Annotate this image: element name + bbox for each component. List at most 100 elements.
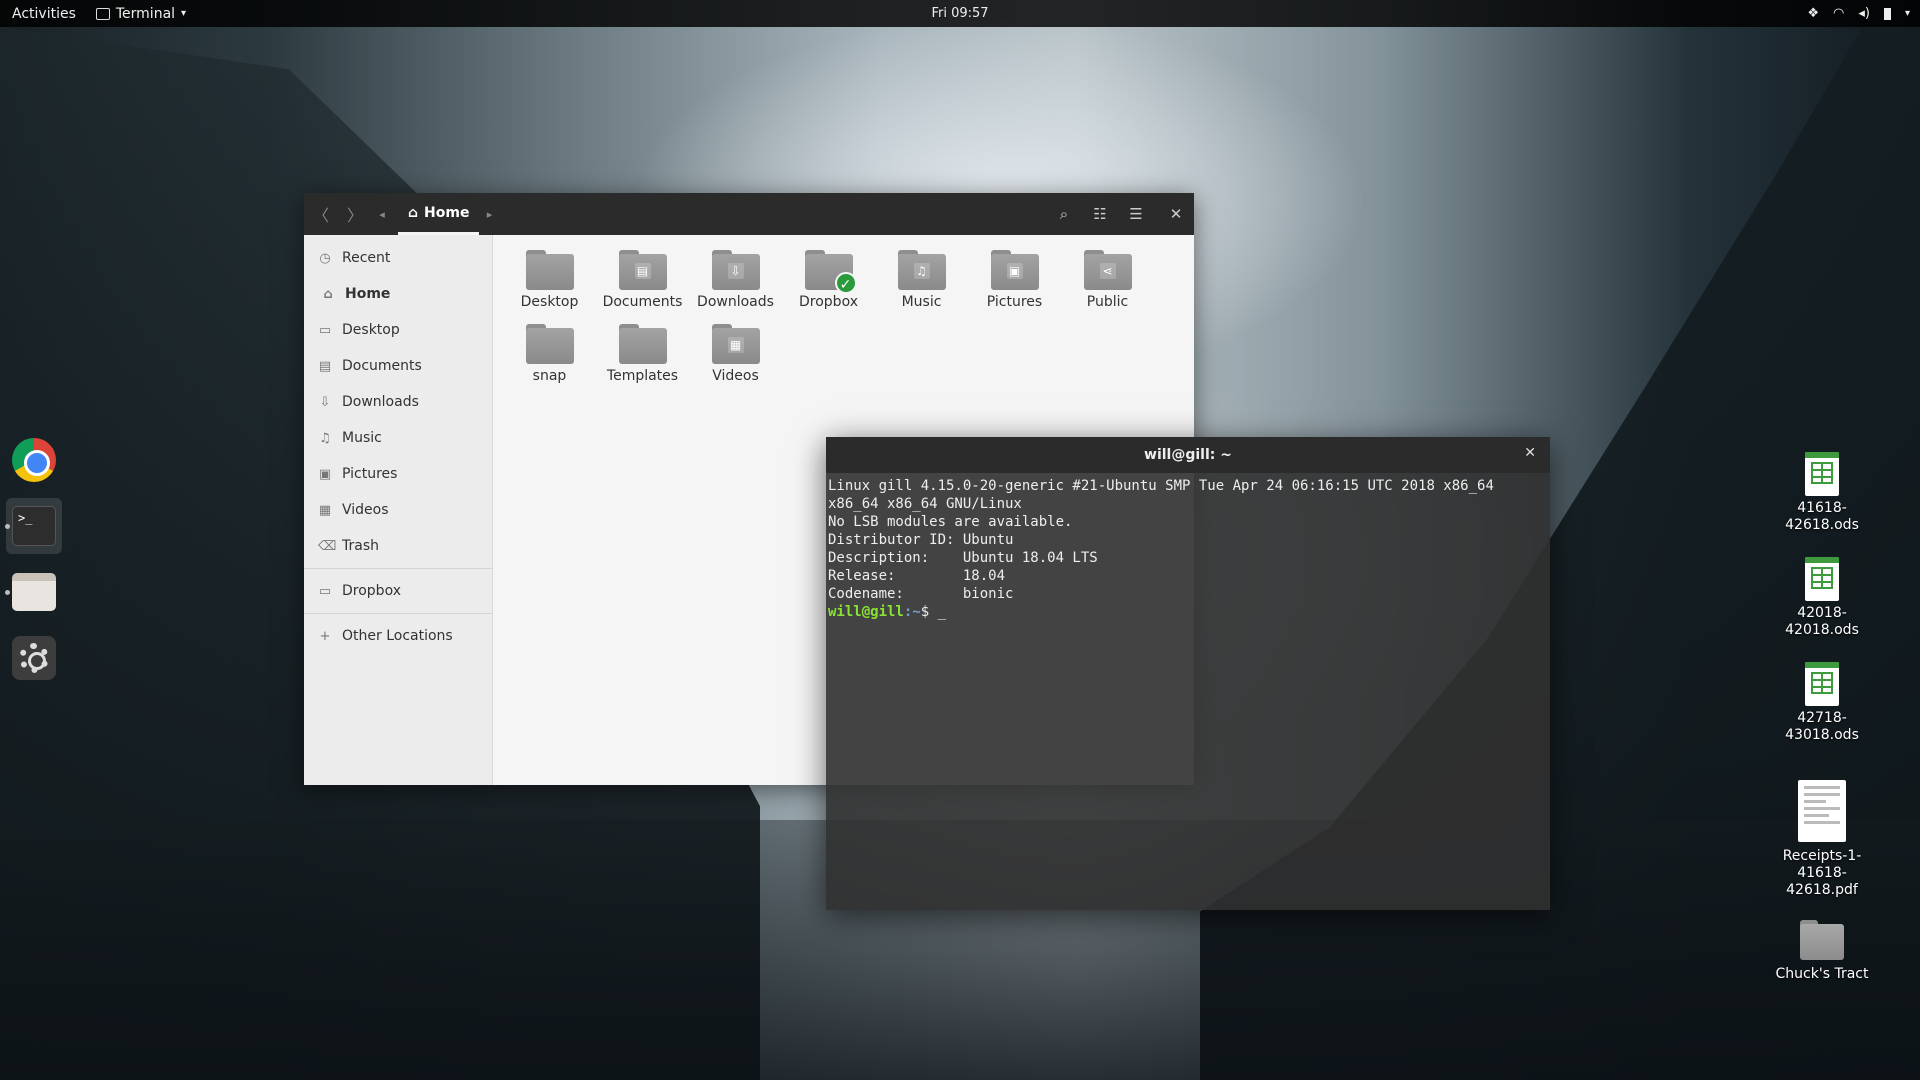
sidebar-item-label: Other Locations xyxy=(342,628,453,644)
sidebar-item-music[interactable]: ♫ Music xyxy=(304,420,492,456)
system-tray[interactable]: ❖ ◠ ◂) ▾ xyxy=(1807,6,1910,21)
path-left-arrow-icon[interactable]: ◂ xyxy=(372,208,392,221)
folder-label: Pictures xyxy=(986,294,1043,310)
sidebar-item-videos[interactable]: ▦ Videos xyxy=(304,492,492,528)
files-headerbar: 〈 〉 ◂ ⌂ Home ▸ ⌕ ☷ ☰ ✕ xyxy=(304,193,1194,235)
dropbox-icon[interactable]: ❖ xyxy=(1807,6,1819,21)
sidebar-item-pictures[interactable]: ▣ Pictures xyxy=(304,456,492,492)
sidebar-item-label: Desktop xyxy=(342,322,400,338)
folder-pictures-icon: ▣ xyxy=(990,250,1039,290)
wifi-icon[interactable]: ◠ xyxy=(1833,6,1844,21)
folder-documents[interactable]: ▤ Documents xyxy=(596,250,689,324)
folder-label: Documents xyxy=(602,294,683,310)
folder-public[interactable]: ⋖ Public xyxy=(1061,250,1154,324)
terminal-line: Linux gill 4.15.0-20-generic #21-Ubuntu … xyxy=(828,478,1494,494)
desktop-file-ods[interactable]: 41618-42618.ods xyxy=(1767,452,1877,534)
sync-check-icon: ✓ xyxy=(834,272,857,294)
prompt-tail: $ _ xyxy=(920,604,947,620)
picture-icon: ▣ xyxy=(318,466,332,482)
prompt-user: will@gill xyxy=(828,604,904,620)
desktop-icon: ▭ xyxy=(318,322,332,338)
terminal-small-icon xyxy=(95,7,110,20)
search-icon[interactable]: ⌕ xyxy=(1046,205,1082,223)
folder-label: Music xyxy=(901,294,942,310)
sidebar-item-label: Home xyxy=(345,286,391,302)
desktop-file-ods[interactable]: 42018-42018.ods xyxy=(1767,557,1877,639)
forward-button[interactable]: 〉 xyxy=(338,202,372,226)
view-options-icon[interactable]: ☷ xyxy=(1082,205,1118,223)
terminal-line: x86_64 x86_64 GNU/Linux xyxy=(828,496,1022,512)
sidebar-item-recent[interactable]: ◷ Recent xyxy=(304,240,492,276)
folder-icon xyxy=(525,250,574,290)
desktop-file-pdf[interactable]: Receipts-1-41618-42618.pdf xyxy=(1767,780,1877,899)
app-menu[interactable]: Terminal ▾ xyxy=(95,6,186,22)
close-icon[interactable]: ✕ xyxy=(1158,205,1194,223)
folder-videos[interactable]: ▦ Videos xyxy=(689,324,782,398)
desktop-file-label: 41618-42618.ods xyxy=(1785,500,1859,533)
plus-icon: + xyxy=(319,628,331,644)
terminal-line: Release: 18.04 xyxy=(828,568,1006,584)
terminal-title: will@gill: ~ xyxy=(1144,447,1232,463)
menu-icon[interactable]: ☰ xyxy=(1118,205,1154,223)
terminal-prompt[interactable]: will@gill:~$ _ xyxy=(828,603,1548,621)
folder-label: Downloads xyxy=(697,294,774,310)
dock-terminal[interactable]: >_ xyxy=(5,498,62,554)
volume-icon[interactable]: ◂) xyxy=(1858,6,1870,21)
activities-button[interactable]: Activities xyxy=(0,6,88,22)
folder-snap[interactable]: snap xyxy=(503,324,596,398)
dock-chrome[interactable] xyxy=(6,432,62,488)
files-sidebar: ◷ Recent ⌂ Home ▭ Desktop ▤ Documents ⇩ Downl… xyxy=(304,235,493,785)
spreadsheet-icon xyxy=(1805,452,1839,496)
sidebar-item-other-locations[interactable]: + Other Locations xyxy=(304,618,492,654)
sidebar-item-desktop[interactable]: ▭ Desktop xyxy=(304,312,492,348)
breadcrumb-home[interactable]: ⌂ Home xyxy=(398,193,480,235)
sidebar-item-label: Downloads xyxy=(342,394,419,410)
terminal-window[interactable]: will@gill: ~ ✕ Linux gill 4.15.0-20-gene… xyxy=(826,437,1550,910)
folder-label: Desktop xyxy=(520,294,579,310)
sidebar-item-label: Videos xyxy=(342,502,389,518)
terminal-output[interactable]: Linux gill 4.15.0-20-generic #21-Ubuntu … xyxy=(826,473,1550,625)
trash-icon: ⌫ xyxy=(318,538,337,554)
home-icon: ⌂ xyxy=(408,204,419,221)
sidebar-item-dropbox[interactable]: ▭ Dropbox xyxy=(304,573,492,609)
running-indicator xyxy=(5,590,10,595)
clock[interactable]: Fri 09:57 xyxy=(931,6,988,21)
desktop-file-ods[interactable]: 42718-43018.ods xyxy=(1767,662,1877,744)
folder-icon: ▭ xyxy=(318,583,332,599)
dock-settings[interactable] xyxy=(6,630,62,686)
folder-icon xyxy=(618,324,667,364)
folder-pictures[interactable]: ▣ Pictures xyxy=(968,250,1061,324)
spreadsheet-icon xyxy=(1805,662,1839,706)
sidebar-item-trash[interactable]: ⌫ Trash xyxy=(304,528,492,564)
folder-templates[interactable]: Templates xyxy=(596,324,689,398)
terminal-line: Description: Ubuntu 18.04 LTS xyxy=(828,550,1098,566)
folder-music[interactable]: ♫ Music xyxy=(875,250,968,324)
sidebar-divider xyxy=(304,568,492,569)
sidebar-item-home[interactable]: ⌂ Home xyxy=(304,276,492,312)
sidebar-item-documents[interactable]: ▤ Documents xyxy=(304,348,492,384)
folder-documents-icon: ▤ xyxy=(618,250,667,290)
folder-desktop[interactable]: Desktop xyxy=(503,250,596,324)
close-icon[interactable]: ✕ xyxy=(1524,445,1536,461)
breadcrumb-label: Home xyxy=(424,204,470,221)
terminal-icon: >_ xyxy=(12,506,56,546)
running-indicator xyxy=(5,524,10,529)
music-icon: ♫ xyxy=(319,430,331,446)
clock-icon: ◷ xyxy=(319,250,331,266)
folder-dropbox[interactable]: ✓ Dropbox xyxy=(782,250,875,324)
path-right-arrow-icon[interactable]: ▸ xyxy=(479,208,499,221)
video-icon: ▦ xyxy=(318,502,332,518)
system-menu-caret-icon[interactable]: ▾ xyxy=(1905,8,1910,19)
dock-files[interactable] xyxy=(5,564,62,620)
sidebar-item-downloads[interactable]: ⇩ Downloads xyxy=(304,384,492,420)
desktop-file-label: 42718-43018.ods xyxy=(1785,710,1859,743)
battery-icon[interactable] xyxy=(1883,7,1891,20)
folder-label: snap xyxy=(532,368,567,384)
desktop-folder[interactable]: Chuck's Tract xyxy=(1767,920,1877,983)
folder-label: Templates xyxy=(606,368,679,384)
folder-downloads[interactable]: ⇩ Downloads xyxy=(689,250,782,324)
back-button[interactable]: 〈 xyxy=(304,202,338,226)
sidebar-item-label: Dropbox xyxy=(342,583,401,599)
sidebar-item-label: Trash xyxy=(342,538,379,554)
chrome-icon xyxy=(12,438,56,482)
